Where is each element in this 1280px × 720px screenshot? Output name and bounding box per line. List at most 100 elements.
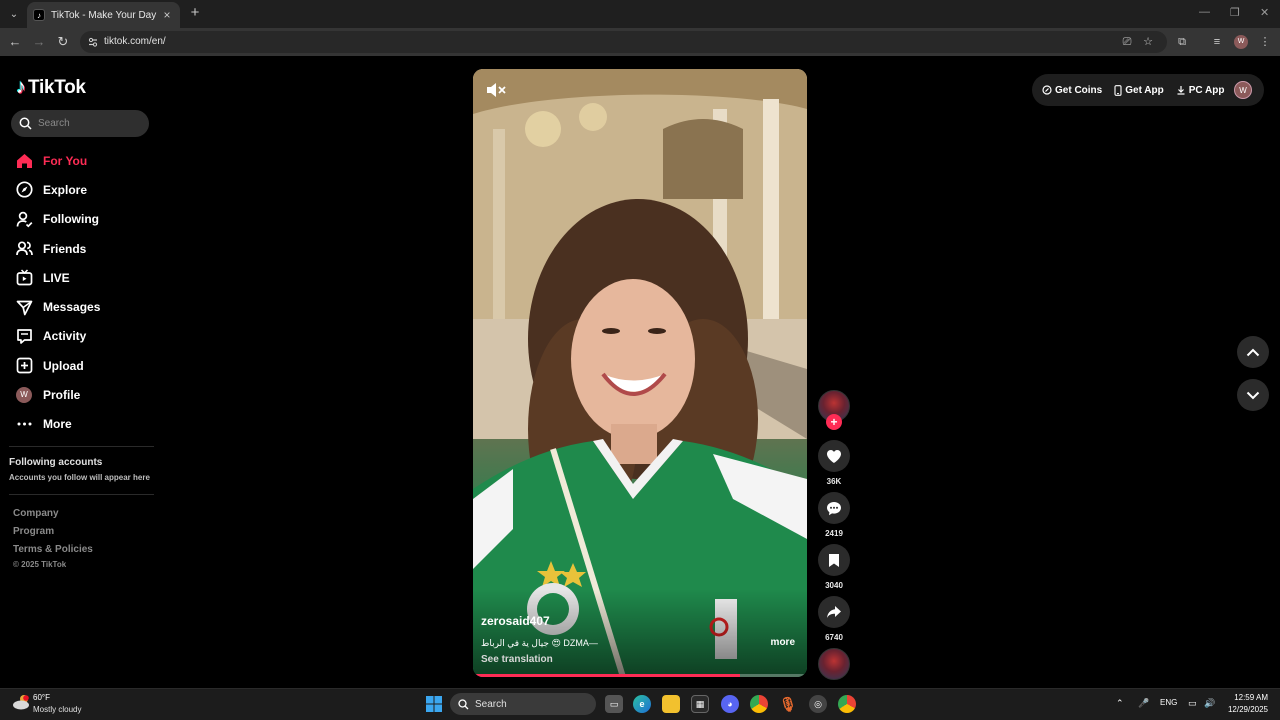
live-icon — [15, 269, 33, 287]
chrome-icon[interactable] — [750, 695, 768, 713]
microphone-app-icon[interactable]: 🎙 — [779, 695, 797, 713]
tiktok-favicon-icon: ♪ — [33, 9, 45, 21]
heart-icon — [827, 449, 841, 463]
logo-text: TikTok — [28, 76, 86, 98]
sidebar-item-explore[interactable]: Explore — [15, 175, 155, 204]
browser-profile-avatar[interactable]: W — [1234, 35, 1248, 49]
see-translation-link[interactable]: See translation — [481, 654, 553, 665]
music-disc-avatar[interactable] — [818, 648, 850, 680]
previous-video-button[interactable] — [1237, 336, 1269, 368]
media-control-icon[interactable]: ≡ — [1210, 35, 1224, 49]
sidebar-item-label: Messages — [43, 300, 101, 315]
network-icon[interactable]: ▭ — [1188, 698, 1197, 709]
back-button[interactable]: ← — [7, 34, 23, 50]
clock-date[interactable]: 12/29/2025 — [1224, 705, 1268, 714]
volume-icon[interactable]: 🔊 — [1204, 698, 1215, 709]
compass-icon — [15, 181, 33, 199]
share-button[interactable] — [818, 596, 850, 628]
clock-time[interactable]: 12:59 AM — [1232, 693, 1268, 702]
close-window-button[interactable]: ✕ — [1260, 6, 1269, 19]
tray-overflow-icon[interactable]: ⌃ — [1116, 698, 1124, 709]
follow-plus-button[interactable]: + — [826, 414, 842, 430]
cloud-icon[interactable] — [12, 694, 30, 710]
extensions-icon[interactable]: ⧉ — [1175, 35, 1189, 49]
browser-tab-strip: ⌄ ♪ TikTok - Make Your Day × + — ❐ ✕ — [0, 0, 1280, 28]
tab-search-icon[interactable]: ⌄ — [4, 4, 24, 24]
search-input[interactable] — [38, 118, 138, 129]
sidebar-item-label: Profile — [43, 388, 81, 403]
avatar: W — [15, 386, 33, 404]
sidebar-item-label: Explore — [43, 182, 88, 197]
sidebar-item-friends[interactable]: Friends — [15, 234, 155, 263]
get-coins-button[interactable]: Get Coins — [1042, 85, 1102, 96]
url-text[interactable]: tiktok.com/en/ — [104, 36, 166, 47]
new-tab-button[interactable]: + — [187, 5, 203, 21]
search-icon — [19, 117, 32, 130]
sidebar-item-messages[interactable]: Messages — [15, 292, 155, 321]
bookmark-star-icon[interactable]: ☆ — [1141, 35, 1155, 49]
discord-icon[interactable]: ◕ — [721, 695, 739, 713]
forward-button[interactable]: → — [31, 34, 47, 50]
file-explorer-icon[interactable] — [662, 695, 680, 713]
video-progress-bar[interactable] — [473, 674, 807, 677]
sidebar-item-upload[interactable]: Upload — [15, 351, 155, 380]
next-video-button[interactable] — [1237, 379, 1269, 411]
search-bar[interactable] — [11, 110, 149, 137]
sidebar-divider — [9, 446, 154, 447]
tab-close-icon[interactable]: × — [160, 8, 174, 22]
install-app-icon[interactable]: ⎚ — [1120, 35, 1134, 49]
pc-app-button[interactable]: PC App — [1176, 85, 1225, 96]
sidebar-nav: For You Explore Following Friends LIVE M… — [15, 146, 155, 439]
sidebar-item-activity[interactable]: Activity — [15, 322, 155, 351]
mic-tray-icon[interactable]: 🎤 — [1138, 698, 1149, 709]
maximize-button[interactable]: ❐ — [1230, 6, 1240, 19]
sidebar-item-more[interactable]: More — [15, 410, 155, 439]
video-player[interactable]: zerosaid407 جيال ية في الرباط 😍 DZMA— Se… — [473, 69, 807, 677]
video-username[interactable]: zerosaid407 — [481, 614, 550, 628]
chrome-profile-icon[interactable] — [838, 695, 856, 713]
sidebar-item-label: Activity — [43, 329, 87, 344]
task-view-icon[interactable]: ▭ — [605, 695, 623, 713]
sidebar-item-for-you[interactable]: For You — [15, 146, 155, 175]
steam-icon[interactable]: ◎ — [809, 695, 827, 713]
sidebar-item-profile[interactable]: W Profile — [15, 380, 155, 409]
tiktok-note-icon: ♪ — [16, 76, 26, 98]
store-icon[interactable]: ▦ — [691, 695, 709, 713]
footer-program-link[interactable]: Program — [13, 526, 54, 537]
search-icon — [458, 698, 469, 709]
site-info-icon[interactable] — [87, 36, 99, 48]
chevron-down-icon — [1246, 391, 1260, 399]
bookmark-icon — [829, 553, 839, 567]
tiktok-logo[interactable]: ♪ TikTok — [16, 76, 86, 99]
footer-terms-link[interactable]: Terms & Policies — [13, 544, 93, 555]
caption-more-button[interactable]: more — [771, 637, 795, 648]
like-button[interactable] — [818, 440, 850, 472]
windows-start-icon[interactable] — [426, 696, 442, 712]
browser-tab[interactable]: ♪ TikTok - Make Your Day × — [27, 2, 180, 28]
user-follow-icon — [15, 210, 33, 228]
sidebar-item-label: More — [43, 417, 72, 432]
footer-company-link[interactable]: Company — [13, 508, 59, 519]
user-avatar[interactable]: W — [1234, 81, 1252, 99]
sidebar-item-following[interactable]: Following — [15, 205, 155, 234]
save-button[interactable] — [818, 544, 850, 576]
reload-button[interactable]: ↻ — [55, 34, 71, 50]
get-app-button[interactable]: Get App — [1114, 85, 1164, 96]
sidebar-item-live[interactable]: LIVE — [15, 263, 155, 292]
minimize-button[interactable]: — — [1199, 6, 1210, 18]
language-indicator[interactable]: ENG — [1160, 698, 1177, 707]
weather-temp[interactable]: 60°F — [33, 693, 50, 702]
download-icon — [1177, 86, 1185, 95]
mute-icon[interactable] — [485, 81, 507, 99]
weather-description[interactable]: Mostly cloudy — [33, 705, 81, 714]
friends-icon — [15, 240, 33, 258]
comment-button[interactable] — [818, 492, 850, 524]
following-accounts-title: Following accounts — [9, 457, 103, 468]
home-icon — [15, 152, 33, 170]
edge-icon[interactable]: e — [633, 695, 651, 713]
taskbar-search[interactable]: Search — [450, 693, 596, 715]
like-count: 36K — [826, 477, 842, 486]
browser-menu-icon[interactable]: ⋮ — [1258, 35, 1272, 49]
address-bar[interactable] — [80, 31, 1167, 53]
sidebar-item-label: Upload — [43, 358, 84, 373]
